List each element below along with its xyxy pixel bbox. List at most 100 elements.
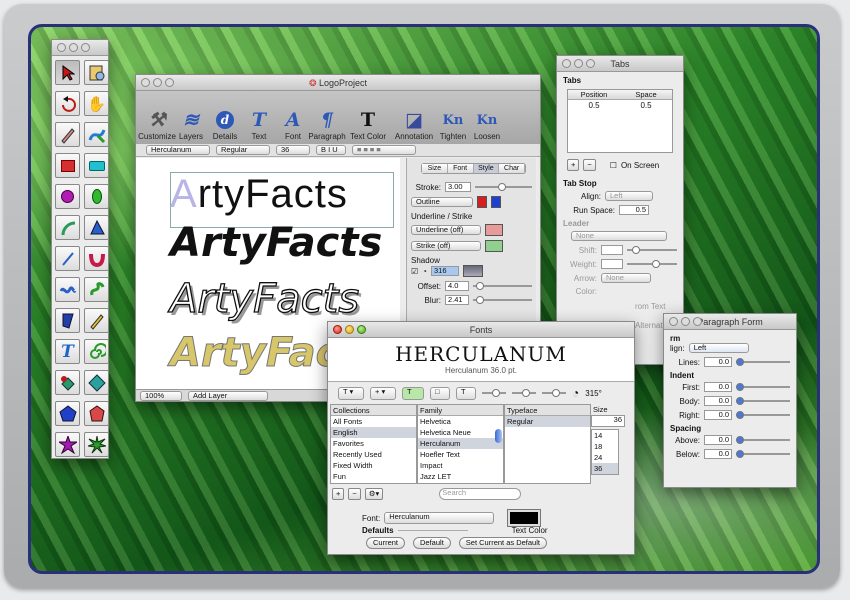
fill-tool-icon[interactable] — [55, 370, 80, 395]
circle-tool-icon[interactable] — [55, 184, 80, 209]
shift-field[interactable] — [601, 245, 623, 255]
zoom-icon[interactable] — [81, 43, 90, 52]
size-list[interactable]: 14 18 24 36 — [591, 429, 619, 475]
tighten-button[interactable]: Kn Tighten — [438, 108, 468, 142]
blur-slider[interactable] — [473, 296, 532, 304]
rectangle-tool-icon[interactable] — [55, 153, 80, 178]
freehand-tool-icon[interactable] — [55, 277, 80, 302]
right-field[interactable]: 0.0 — [704, 410, 732, 420]
shadow-effect-icon[interactable]: T — [456, 386, 476, 400]
list-item[interactable]: 18 — [592, 441, 618, 452]
list-item[interactable]: Helvetica — [418, 416, 503, 427]
paragraph-button[interactable]: ¶ Paragraph — [308, 108, 345, 141]
default-button[interactable]: Default — [413, 537, 451, 549]
zoom-icon[interactable] — [693, 317, 702, 326]
remove-tab-button[interactable]: − — [583, 159, 596, 171]
offset-slider[interactable] — [473, 282, 532, 290]
body-slider[interactable] — [736, 397, 790, 405]
stroke-field[interactable]: 3.00 — [445, 182, 471, 192]
below-slider[interactable] — [736, 450, 790, 458]
burst-tool-icon[interactable] — [84, 432, 109, 457]
arrow-tool-icon[interactable] — [55, 60, 80, 85]
close-icon[interactable] — [333, 325, 342, 334]
right-slider[interactable] — [736, 411, 790, 419]
tab-style[interactable]: Style — [473, 164, 500, 173]
text-color-well[interactable] — [507, 509, 542, 527]
shadow-angle-dial-icon[interactable]: ◔ — [572, 386, 579, 400]
set-current-as-default-button[interactable]: Set Current as Default — [458, 537, 547, 549]
loosen-button[interactable]: Kn Loosen — [472, 108, 502, 142]
zoom-icon[interactable] — [586, 59, 595, 68]
pentagon-tool-icon[interactable] — [55, 401, 80, 426]
style-buttons[interactable]: B I U — [316, 145, 346, 155]
tab-char[interactable]: Char — [499, 164, 525, 173]
list-item[interactable]: Herculanum — [418, 438, 503, 449]
paragraph-titlebar[interactable]: Paragraph Form — [664, 314, 796, 330]
weight-slider[interactable] — [627, 260, 677, 268]
collections-list[interactable]: Collections All Fonts English Favorites … — [330, 404, 417, 484]
offset-field[interactable]: 4.0 — [445, 281, 469, 291]
run-space-field[interactable]: 0.5 — [619, 205, 649, 215]
artwork-text-outline[interactable]: ArtyFacts — [169, 275, 360, 322]
pen-tool-icon[interactable] — [55, 122, 80, 147]
lines-slider[interactable] — [736, 358, 790, 366]
size-field[interactable]: 36 — [591, 415, 625, 427]
layers-button[interactable]: ≋ Layers — [176, 108, 206, 141]
polygon-tool-icon[interactable] — [55, 308, 80, 333]
line-tool-icon[interactable] — [55, 246, 80, 271]
font-search-input[interactable]: Search — [439, 488, 522, 500]
below-field[interactable]: 0.0 — [704, 449, 732, 459]
tabs-table[interactable]: Position Space 0.5 0.5 — [567, 89, 673, 153]
rotate-tool-icon[interactable] — [55, 91, 80, 116]
font-size-popup[interactable]: 36 — [276, 145, 310, 155]
zoom-tool-icon[interactable] — [84, 60, 109, 85]
minimize-icon[interactable] — [153, 78, 162, 87]
pencil-tool-icon[interactable] — [84, 308, 109, 333]
family-scrollbar[interactable] — [495, 429, 502, 443]
current-button[interactable]: Current — [366, 537, 406, 549]
tab-font[interactable]: Font — [447, 164, 474, 173]
stroke-slider[interactable] — [475, 183, 532, 191]
underline-popup[interactable]: Underline (off) — [411, 225, 481, 235]
close-icon[interactable] — [141, 78, 150, 87]
above-slider[interactable] — [736, 436, 790, 444]
action-gear-icon[interactable]: ⚙▾ — [364, 488, 384, 500]
text-color-effect-icon[interactable]: T — [402, 386, 424, 400]
close-icon[interactable] — [57, 43, 66, 52]
typeface-list[interactable]: Typeface Regular — [504, 404, 591, 484]
close-icon[interactable] — [562, 59, 571, 68]
close-icon[interactable] — [669, 317, 678, 326]
above-field[interactable]: 0.0 — [704, 435, 732, 445]
shadow-angle-field[interactable]: 316 — [431, 266, 460, 276]
leader-popup[interactable]: None — [571, 231, 667, 241]
document-titlebar[interactable]: ❂ LogoProject — [136, 75, 540, 91]
underline-effect-icon[interactable]: T ▾ — [338, 386, 364, 400]
spline-tool-icon[interactable] — [84, 277, 109, 302]
text-color-button[interactable]: T Text Color — [346, 108, 390, 141]
angle-dial-icon[interactable]: ◔ — [422, 267, 427, 276]
tabs-titlebar[interactable]: Tabs — [557, 56, 683, 72]
alignment-buttons[interactable]: ≡ ≡ ≡ ≡ — [352, 145, 416, 155]
artwork-text-plain[interactable]: AArtyFactsrtyFacts — [170, 172, 348, 217]
fonts-titlebar[interactable]: Fonts — [328, 322, 634, 338]
default-font-popup[interactable]: Herculanum — [384, 512, 495, 524]
list-item[interactable]: All Fonts — [331, 416, 416, 427]
text-button[interactable]: T Text — [244, 108, 274, 141]
strike-color-swatch[interactable] — [485, 240, 503, 252]
list-item[interactable]: Jazz LET — [418, 471, 503, 482]
diamond-tool-icon[interactable] — [84, 370, 109, 395]
underline-color-swatch[interactable] — [485, 224, 503, 236]
paragraph-align-popup[interactable]: Left — [688, 343, 749, 353]
list-item[interactable]: Regular — [505, 416, 590, 427]
fill-color-swatch[interactable] — [491, 196, 501, 208]
hand-tool-icon[interactable]: ✋ — [84, 91, 109, 116]
font-family-popup[interactable]: Herculanum — [146, 145, 210, 155]
shadow-opacity-slider[interactable] — [482, 389, 506, 397]
body-field[interactable]: 0.0 — [704, 396, 732, 406]
zoom-popup[interactable]: 100% — [140, 390, 182, 401]
list-item[interactable]: 24 — [592, 452, 618, 463]
star-tool-icon[interactable] — [55, 432, 80, 457]
hexagon-tool-icon[interactable] — [84, 401, 109, 426]
tab-size[interactable]: Size — [422, 164, 448, 173]
table-row[interactable]: 0.5 0.5 — [568, 100, 672, 112]
